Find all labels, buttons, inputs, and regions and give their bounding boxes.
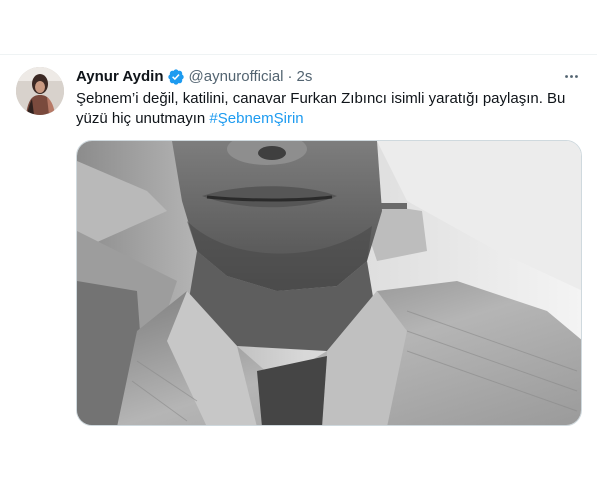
hashtag-link[interactable]: #ŞebnemŞirin [209, 110, 303, 127]
tweet-text: Şebnem’i değil, katilini, canavar Furkan… [76, 89, 582, 129]
more-options-button[interactable] [560, 65, 582, 87]
avatar-photo-icon [16, 67, 64, 115]
verified-badge-icon [167, 68, 185, 86]
author-handle[interactable]: @aynurofficial [189, 67, 284, 87]
tweet-media-photo[interactable] [76, 140, 582, 426]
author-avatar[interactable] [16, 67, 64, 115]
author-name[interactable]: Aynur Aydin [76, 67, 164, 87]
tweet-content: Aynur Aydin @aynurofficial · 2s Şebnem’i… [76, 67, 582, 426]
tweet-header: Aynur Aydin @aynurofficial · 2s [76, 67, 582, 87]
grayscale-photo-icon [77, 141, 581, 425]
tweet-timestamp[interactable]: 2s [297, 67, 313, 87]
tweet-body-text: Şebnem’i değil, katilini, canavar Furkan… [76, 90, 566, 127]
separator-dot: · [287, 68, 293, 85]
tweet[interactable]: Aynur Aydin @aynurofficial · 2s Şebnem’i… [0, 55, 597, 486]
more-horizontal-icon [564, 74, 578, 78]
